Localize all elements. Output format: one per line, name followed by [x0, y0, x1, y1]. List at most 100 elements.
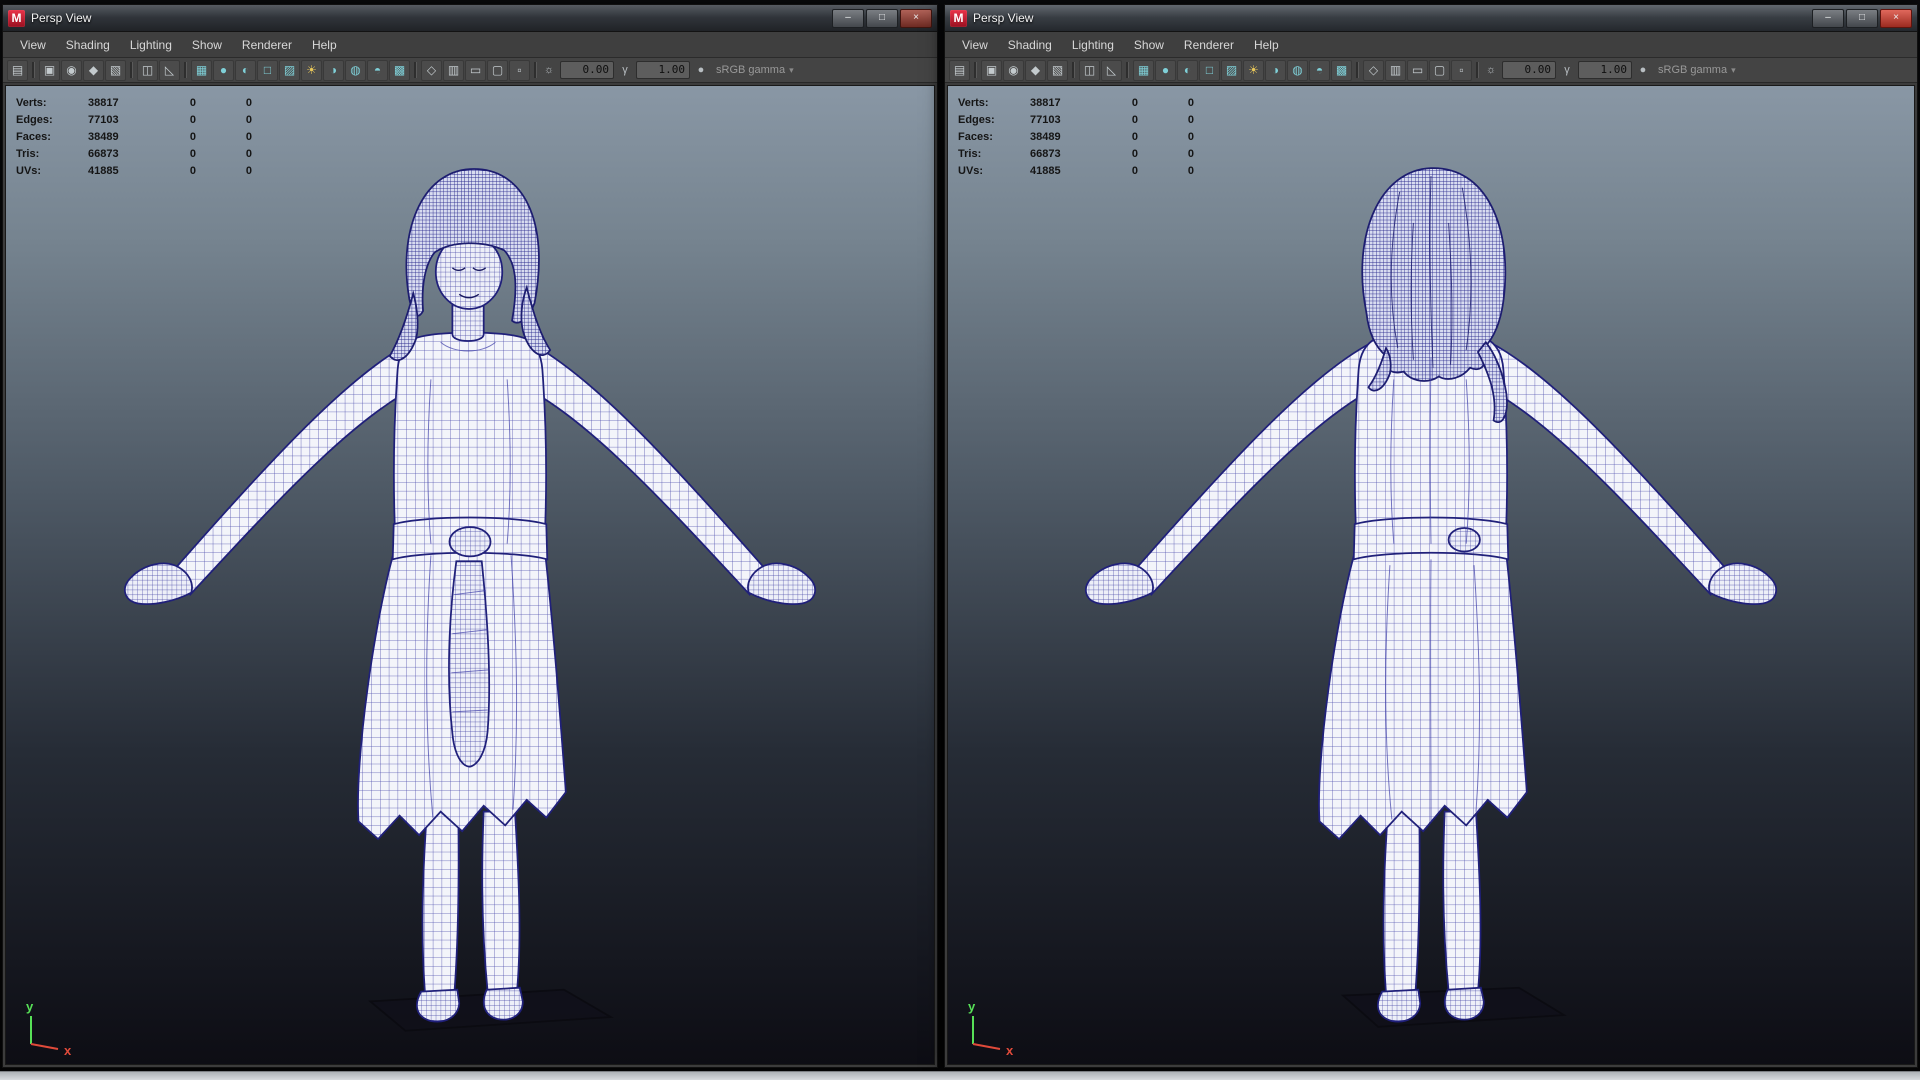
right-leg[interactable] [481, 810, 521, 993]
close-button[interactable]: × [1880, 8, 1912, 28]
menu-show[interactable]: Show [1125, 35, 1173, 55]
gate-mask-icon[interactable]: ▭ [1407, 59, 1428, 81]
toolbar-separator[interactable] [1356, 62, 1359, 78]
right-foot[interactable] [482, 986, 524, 1021]
window-titlebar[interactable]: M Persp View – □ × [3, 5, 937, 32]
grease-pencil-icon[interactable]: ◺ [1101, 59, 1122, 81]
toolbar-separator[interactable] [184, 62, 187, 78]
exposure-field[interactable]: 0.00 [560, 61, 614, 79]
gate-mask-icon[interactable]: ▭ [465, 59, 486, 81]
flat-shade-icon[interactable]: ◐ [235, 59, 256, 81]
bounding-box-icon[interactable]: □ [1199, 59, 1220, 81]
bookmark-icon[interactable]: ◆ [83, 59, 104, 81]
chevron-down-icon[interactable]: ▾ [789, 65, 794, 76]
isolate-select-icon[interactable]: ◇ [421, 59, 442, 81]
right-hand[interactable] [1708, 562, 1777, 605]
motion-blur-icon[interactable]: ◓ [367, 59, 388, 81]
smooth-shade-icon[interactable]: ● [213, 59, 234, 81]
toolbar-separator[interactable] [974, 62, 977, 78]
menu-shading[interactable]: Shading [57, 35, 119, 55]
two-d-pan-zoom-icon[interactable]: ◫ [137, 59, 158, 81]
character-wireframe-front[interactable] [6, 86, 934, 1064]
textured-icon[interactable]: ▨ [279, 59, 300, 81]
menu-show[interactable]: Show [183, 35, 231, 55]
select-camera-icon[interactable]: ▣ [981, 59, 1002, 81]
left-foot[interactable] [416, 988, 461, 1023]
wireframe-icon[interactable]: ▦ [191, 59, 212, 81]
occlusion-icon[interactable]: ◍ [1287, 59, 1308, 81]
menu-renderer[interactable]: Renderer [1175, 35, 1243, 55]
character-back-group[interactable] [1085, 167, 1777, 1028]
smooth-shade-icon[interactable]: ● [1155, 59, 1176, 81]
toolbar-separator[interactable] [1126, 62, 1129, 78]
left-leg[interactable] [421, 810, 460, 995]
shadows-icon[interactable]: ◑ [1265, 59, 1286, 81]
textured-icon[interactable]: ▨ [1221, 59, 1242, 81]
two-d-pan-zoom-icon[interactable]: ◫ [1079, 59, 1100, 81]
toolbar-separator[interactable] [1476, 62, 1479, 78]
sash-tie[interactable] [448, 560, 491, 768]
menu-lighting[interactable]: Lighting [1063, 35, 1123, 55]
toolbar-separator[interactable] [32, 62, 35, 78]
safe-action-icon[interactable]: ▢ [487, 59, 508, 81]
safe-title-icon[interactable]: ▫ [509, 59, 530, 81]
menu-renderer[interactable]: Renderer [233, 35, 301, 55]
camera-attributes-icon[interactable]: ◉ [61, 59, 82, 81]
toolbar-separator[interactable] [534, 62, 537, 78]
toolbar-separator[interactable] [1072, 62, 1075, 78]
torso-tunic[interactable] [393, 331, 547, 549]
camera-attributes-icon[interactable]: ◉ [1003, 59, 1024, 81]
chevron-down-icon[interactable]: ▾ [1731, 65, 1736, 76]
motion-blur-icon[interactable]: ◓ [1309, 59, 1330, 81]
exposure-field[interactable]: 0.00 [1502, 61, 1556, 79]
lights-icon[interactable]: ☀ [1243, 59, 1264, 81]
menu-help[interactable]: Help [303, 35, 346, 55]
lights-icon[interactable]: ☀ [301, 59, 322, 81]
gamma-icon[interactable]: γ [1560, 61, 1574, 80]
gamma-field[interactable]: 1.00 [1578, 61, 1632, 79]
grease-pencil-icon[interactable]: ◺ [159, 59, 180, 81]
exposure-icon[interactable]: ☼ [1484, 61, 1498, 80]
field-chart-icon[interactable]: ▥ [443, 59, 464, 81]
color-management-icon[interactable]: ● [694, 61, 708, 80]
right-leg[interactable] [1442, 810, 1482, 993]
menu-view[interactable]: View [11, 35, 55, 55]
flat-shade-icon[interactable]: ◐ [1177, 59, 1198, 81]
left-foot[interactable] [1377, 988, 1422, 1023]
menu-help[interactable]: Help [1245, 35, 1288, 55]
perspective-viewport-front[interactable]: Verts: 38817 0 0 Edges: 77103 0 0 Faces:… [5, 85, 935, 1065]
menu-view[interactable]: View [953, 35, 997, 55]
skirt[interactable] [1318, 544, 1528, 841]
exposure-icon[interactable]: ☼ [542, 61, 556, 80]
left-hand[interactable] [124, 562, 193, 605]
character-wireframe-back[interactable] [948, 86, 1914, 1064]
color-transform-label[interactable]: sRGB gamma [1658, 64, 1727, 76]
close-button[interactable]: × [900, 8, 932, 28]
minimize-button[interactable]: – [1812, 8, 1844, 28]
multisample-icon[interactable]: ▩ [389, 59, 410, 81]
panel-menu-icon[interactable]: ▤ [949, 59, 970, 81]
maximize-button[interactable]: □ [1846, 8, 1878, 28]
select-camera-icon[interactable]: ▣ [39, 59, 60, 81]
left-leg[interactable] [1382, 810, 1421, 995]
safe-action-icon[interactable]: ▢ [1429, 59, 1450, 81]
occlusion-icon[interactable]: ◍ [345, 59, 366, 81]
shadows-icon[interactable]: ◑ [323, 59, 344, 81]
color-management-icon[interactable]: ● [1636, 61, 1650, 80]
right-foot[interactable] [1443, 986, 1485, 1021]
panel-menu-icon[interactable]: ▤ [7, 59, 28, 81]
minimize-button[interactable]: – [832, 8, 864, 28]
gamma-field[interactable]: 1.00 [636, 61, 690, 79]
character-front-group[interactable] [124, 168, 816, 1032]
image-plane-icon[interactable]: ▧ [1047, 59, 1068, 81]
wireframe-icon[interactable]: ▦ [1133, 59, 1154, 81]
multisample-icon[interactable]: ▩ [1331, 59, 1352, 81]
field-chart-icon[interactable]: ▥ [1385, 59, 1406, 81]
right-hand[interactable] [747, 562, 816, 605]
color-transform-label[interactable]: sRGB gamma [716, 64, 785, 76]
gamma-icon[interactable]: γ [618, 61, 632, 80]
left-hand[interactable] [1085, 562, 1154, 605]
toolbar-separator[interactable] [130, 62, 133, 78]
toolbar-separator[interactable] [414, 62, 417, 78]
image-plane-icon[interactable]: ▧ [105, 59, 126, 81]
